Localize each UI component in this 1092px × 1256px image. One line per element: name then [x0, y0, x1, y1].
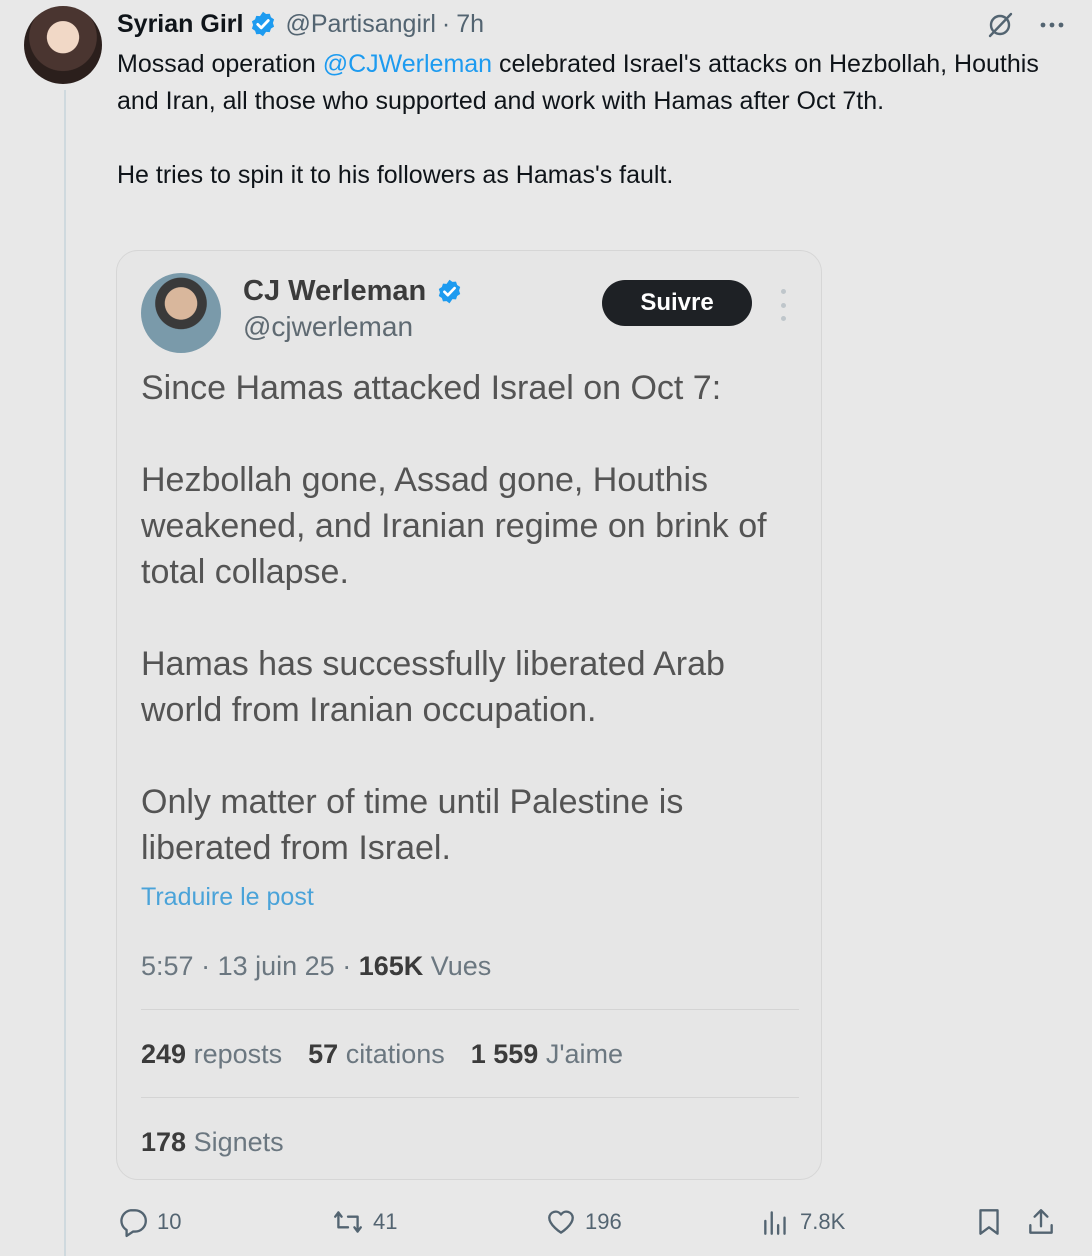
- mention-link[interactable]: @CJWerleman: [323, 50, 492, 78]
- likes-label: J'aime: [545, 1039, 624, 1069]
- translate-post-link[interactable]: Traduire le post: [141, 883, 314, 912]
- quoted-more-options-icon[interactable]: [777, 289, 789, 321]
- bookmarks-count: 178: [141, 1127, 187, 1157]
- quoted-display-name-row: CJ Werleman: [243, 275, 463, 308]
- reply-icon: [120, 1209, 147, 1238]
- quotes-stat[interactable]: 57 citations: [308, 1039, 445, 1070]
- heart-icon: [548, 1210, 574, 1234]
- reply-count: 10: [157, 1209, 182, 1234]
- post-date[interactable]: 13 juin 25: [218, 951, 335, 981]
- likes-stat[interactable]: 1 559 J'aime: [471, 1039, 623, 1070]
- avatar[interactable]: [24, 6, 102, 84]
- repost-icon: [334, 1211, 362, 1233]
- separator-dot: ·: [201, 951, 218, 981]
- bookmarks-label: Signets: [193, 1127, 284, 1157]
- timestamp[interactable]: 7h: [456, 10, 484, 39]
- likes-count: 1 559: [470, 1039, 539, 1069]
- separator-dot: ·: [342, 951, 359, 981]
- quoted-paragraph-1: Since Hamas attacked Israel on Oct 7:: [141, 369, 722, 407]
- like-button[interactable]: 196: [545, 1200, 622, 1244]
- views-button[interactable]: 7.8K: [760, 1200, 845, 1244]
- reposts-stat[interactable]: 249 reposts: [141, 1039, 282, 1070]
- views-count: 165K: [358, 951, 424, 981]
- quoted-handle[interactable]: @cjwerleman: [243, 311, 413, 343]
- bookmark-icon: [979, 1209, 999, 1235]
- views-label: Vues: [430, 951, 492, 981]
- share-button[interactable]: [1025, 1200, 1057, 1244]
- share-icon: [1029, 1209, 1053, 1234]
- tweet-header: Syrian Girl @Partisangirl · 7h: [117, 8, 1067, 40]
- like-count: 196: [585, 1209, 622, 1234]
- more-options-icon[interactable]: [1037, 10, 1067, 40]
- engagement-stats: 249 reposts 57 citations 1 559 J'aime: [141, 1039, 623, 1070]
- tweet-paragraph-2: He tries to spin it to his followers as …: [117, 161, 674, 189]
- action-bar: 10 41 196 7.8K: [117, 1200, 1067, 1244]
- repost-count: 41: [373, 1209, 398, 1234]
- analytics-icon: [764, 1211, 786, 1235]
- quoted-paragraph-4: Only matter of time until Palestine is l…: [141, 783, 684, 867]
- text-part-1: Mossad operation: [117, 50, 323, 78]
- quoted-post-text: Since Hamas attacked Israel on Oct 7: He…: [141, 365, 791, 871]
- reposts-label: reposts: [193, 1039, 283, 1069]
- display-name[interactable]: Syrian Girl: [117, 10, 243, 39]
- reply-button[interactable]: 10: [117, 1200, 181, 1244]
- quoted-post-card[interactable]: CJ Werleman @cjwerleman Suivre Since Ham…: [116, 250, 822, 1180]
- handle[interactable]: @Partisangirl: [285, 10, 435, 39]
- quoted-paragraph-3: Hamas has successfully liberated Arab wo…: [141, 645, 725, 729]
- quoted-avatar[interactable]: [141, 273, 221, 353]
- tweet-text: Mossad operation @CJWerleman celebrated …: [117, 46, 1067, 194]
- verified-badge-icon: [249, 10, 277, 38]
- repost-button[interactable]: 41: [331, 1200, 397, 1244]
- verified-badge-icon: [436, 278, 463, 305]
- quotes-count: 57: [308, 1039, 339, 1069]
- reposts-count: 249: [141, 1039, 187, 1069]
- quoted-display-name[interactable]: CJ Werleman: [243, 275, 426, 308]
- tweet-paragraph-1: Mossad operation @CJWerleman celebrated …: [117, 46, 1067, 120]
- divider: [141, 1097, 799, 1098]
- divider: [141, 1009, 799, 1010]
- separator-dot: ·: [441, 9, 451, 38]
- post-meta: 5:57 · 13 juin 25 · 165K Vues: [141, 951, 491, 982]
- thread-line: [64, 90, 66, 1256]
- grok-icon[interactable]: [985, 10, 1015, 40]
- quotes-label: citations: [345, 1039, 445, 1069]
- follow-button[interactable]: Suivre: [602, 280, 752, 326]
- bookmarks-stat[interactable]: 178 Signets: [141, 1127, 284, 1158]
- post-time[interactable]: 5:57: [141, 951, 194, 981]
- quoted-paragraph-2: Hezbollah gone, Assad gone, Houthis weak…: [141, 461, 767, 591]
- bookmark-button[interactable]: [973, 1200, 1005, 1244]
- views-count-action: 7.8K: [800, 1209, 846, 1234]
